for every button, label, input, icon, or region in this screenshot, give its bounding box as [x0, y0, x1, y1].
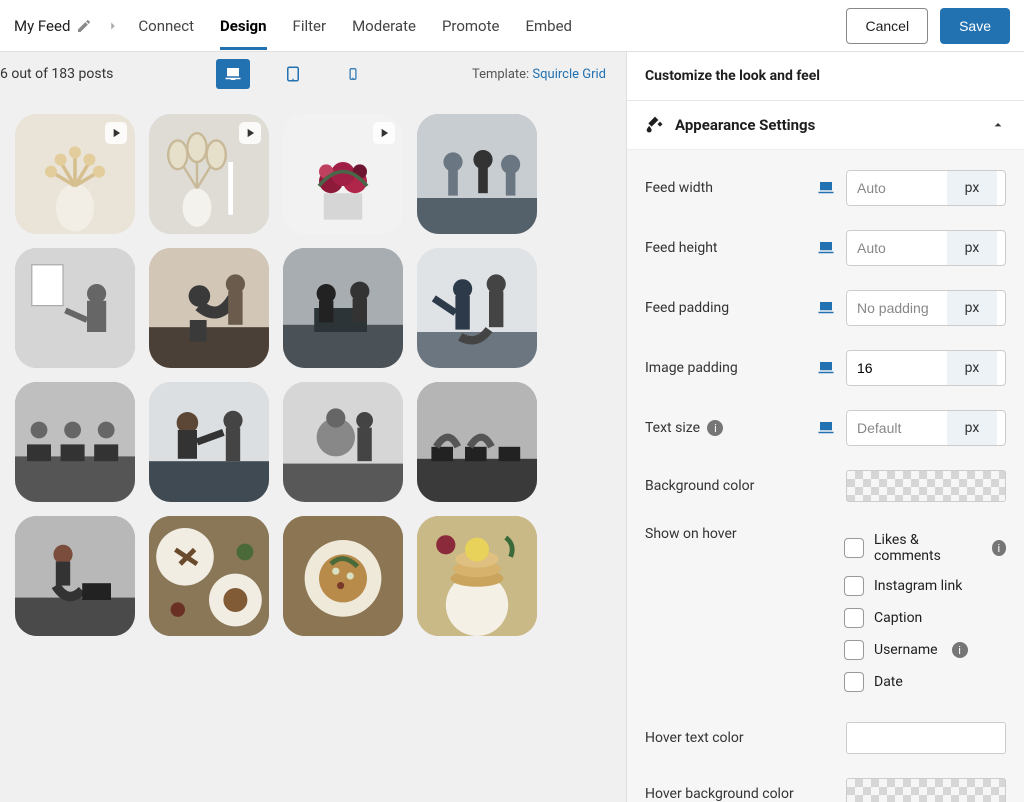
- feed-width-input[interactable]: [847, 171, 947, 205]
- template-label: Template: Squircle Grid: [472, 67, 606, 82]
- preview-pane: 6 out of 183 posts Template: Squircle Gr…: [0, 52, 626, 802]
- hover-option[interactable]: Username i: [844, 634, 1006, 666]
- hover-bg-color-picker[interactable]: [846, 778, 1006, 802]
- paint-icon: [645, 115, 665, 135]
- tab-moderate[interactable]: Moderate: [352, 3, 416, 49]
- hover-option-label: Instagram link: [874, 578, 962, 594]
- checkbox[interactable]: [844, 608, 864, 628]
- unit-px[interactable]: px: [947, 171, 997, 205]
- grid-tile[interactable]: [149, 516, 269, 636]
- grid-tile[interactable]: [417, 382, 537, 502]
- grid-tile[interactable]: [283, 114, 403, 234]
- settings-panel: Customize the look and feel Appearance S…: [626, 52, 1024, 802]
- field-feed-padding: Feed padding px: [645, 278, 1006, 338]
- desktop-icon[interactable]: [816, 299, 836, 317]
- feed-title: My Feed: [14, 17, 70, 35]
- grid-tile[interactable]: [149, 114, 269, 234]
- hover-text-color-picker[interactable]: [846, 722, 1006, 754]
- feed-width-input-wrap: px: [846, 170, 1006, 206]
- feed-grid: [0, 96, 626, 654]
- feed-height-input[interactable]: [847, 231, 947, 265]
- preview-toolbar: 6 out of 183 posts Template: Squircle Gr…: [0, 52, 626, 96]
- hover-option[interactable]: Instagram link: [844, 570, 1006, 602]
- grid-tile[interactable]: [149, 382, 269, 502]
- grid-tile[interactable]: [417, 114, 537, 234]
- checkbox[interactable]: [844, 640, 864, 660]
- tab-embed[interactable]: Embed: [525, 3, 572, 49]
- hover-option-label: Caption: [874, 610, 922, 626]
- info-icon[interactable]: i: [992, 540, 1006, 556]
- grid-tile[interactable]: [283, 248, 403, 368]
- reel-icon: [105, 122, 127, 144]
- image-padding-input[interactable]: [847, 351, 947, 385]
- info-icon[interactable]: i: [952, 642, 968, 658]
- desktop-icon[interactable]: [816, 179, 836, 197]
- field-text-size: Text size i px: [645, 398, 1006, 458]
- tab-connect[interactable]: Connect: [138, 3, 194, 49]
- save-button[interactable]: Save: [940, 8, 1010, 44]
- hover-option[interactable]: Likes & comments i: [844, 526, 1006, 570]
- hover-options: Likes & comments i Instagram link Caption Us…: [844, 526, 1006, 698]
- checkbox[interactable]: [844, 538, 864, 558]
- hover-option[interactable]: Caption: [844, 602, 1006, 634]
- grid-tile[interactable]: [15, 114, 135, 234]
- nav-tabs: Connect Design Filter Moderate Promote E…: [138, 3, 846, 49]
- device-tablet-button[interactable]: [276, 59, 310, 89]
- grid-tile[interactable]: [283, 516, 403, 636]
- field-background-color: Background color: [645, 458, 1006, 514]
- grid-tile[interactable]: [15, 516, 135, 636]
- field-image-padding: Image padding px: [645, 338, 1006, 398]
- checkbox[interactable]: [844, 672, 864, 692]
- grid-tile[interactable]: [15, 248, 135, 368]
- tab-promote[interactable]: Promote: [442, 3, 500, 49]
- field-feed-height: Feed height px: [645, 218, 1006, 278]
- field-hover-bg-color: Hover background color: [645, 766, 1006, 802]
- cancel-button[interactable]: Cancel: [846, 8, 928, 44]
- background-color-picker[interactable]: [846, 470, 1006, 502]
- pencil-icon[interactable]: [76, 18, 92, 34]
- tab-filter[interactable]: Filter: [293, 3, 327, 49]
- section-appearance-body: Feed width px Feed height px Feed paddin…: [627, 150, 1024, 802]
- grid-tile[interactable]: [149, 248, 269, 368]
- app-header: My Feed Connect Design Filter Moderate P…: [0, 0, 1024, 52]
- reel-icon: [239, 122, 261, 144]
- device-desktop-button[interactable]: [216, 59, 250, 89]
- desktop-icon[interactable]: [816, 419, 836, 437]
- reel-icon: [373, 122, 395, 144]
- grid-tile[interactable]: [283, 382, 403, 502]
- section-appearance-toggle[interactable]: Appearance Settings: [627, 101, 1024, 150]
- field-show-on-hover: Show on hover Likes & commentsiInstagram…: [645, 514, 1006, 710]
- checkbox[interactable]: [844, 576, 864, 596]
- text-size-input[interactable]: [847, 411, 947, 445]
- template-link[interactable]: Squircle Grid: [532, 67, 606, 82]
- hover-option-label: Date: [874, 674, 903, 690]
- desktop-icon[interactable]: [816, 239, 836, 257]
- feed-padding-input[interactable]: [847, 291, 947, 325]
- panel-title: Customize the look and feel: [627, 52, 1024, 101]
- hover-option-label: Likes & comments: [874, 532, 978, 564]
- section-appearance-title: Appearance Settings: [675, 116, 815, 134]
- hover-option-label: Username: [874, 642, 938, 658]
- grid-tile[interactable]: [417, 248, 537, 368]
- field-feed-width: Feed width px: [645, 158, 1006, 218]
- posts-count: 6 out of 183 posts: [0, 66, 113, 82]
- field-hover-text-color: Hover text color: [645, 710, 1006, 766]
- grid-tile[interactable]: [15, 382, 135, 502]
- chevron-up-icon: [990, 117, 1006, 133]
- tab-design[interactable]: Design: [220, 3, 267, 49]
- hover-option[interactable]: Date: [844, 666, 1006, 698]
- info-icon[interactable]: i: [707, 420, 723, 436]
- device-mobile-button[interactable]: [336, 59, 370, 89]
- desktop-icon[interactable]: [816, 359, 836, 377]
- grid-tile[interactable]: [417, 516, 537, 636]
- device-toggle: [216, 59, 370, 89]
- chevron-right-icon: [106, 19, 120, 33]
